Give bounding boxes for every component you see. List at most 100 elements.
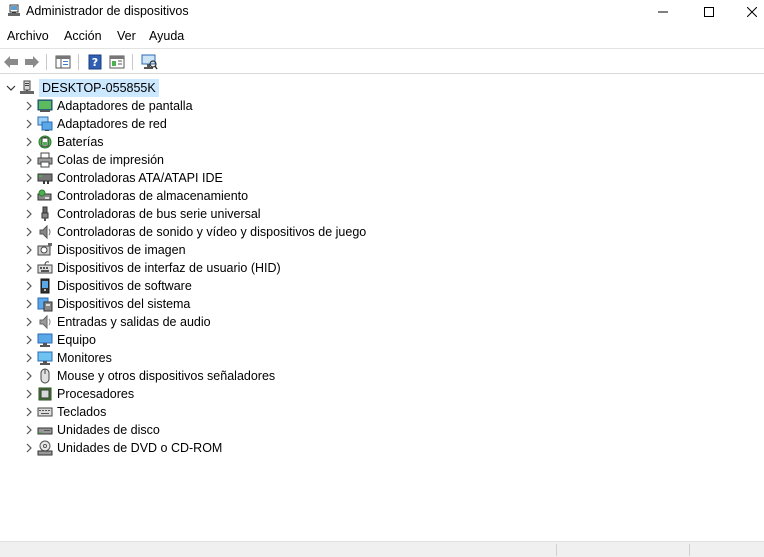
tree-root[interactable]: DESKTOP-055855K [4,79,159,97]
tree-item[interactable]: Adaptadores de red [22,115,167,133]
window-title: Administrador de dispositivos [26,4,189,18]
chevron-right-icon[interactable] [22,241,36,259]
tree-item-label: Baterías [57,135,104,149]
chevron-right-icon[interactable] [22,169,36,187]
status-separator [689,544,690,556]
chevron-right-icon[interactable] [22,349,36,367]
toolbar: ? [0,48,764,74]
tree-item[interactable]: Entradas y salidas de audio [22,313,211,331]
tree-item[interactable]: Controladoras de sonido y vídeo y dispos… [22,223,366,241]
display-adapter-icon [36,98,54,114]
tree-item-label: Entradas y salidas de audio [57,315,211,329]
toolbar-separator [132,54,133,70]
chevron-right-icon[interactable] [22,133,36,151]
tree-item-label: Unidades de DVD o CD-ROM [57,441,223,455]
tree-item-label: Adaptadores de pantalla [57,99,193,113]
tree-item[interactable]: Equipo [22,331,96,349]
tree-item-label: Controladoras de bus serie universal [57,207,261,221]
monitor-icon [36,350,54,366]
chevron-right-icon[interactable] [22,313,36,331]
maximize-button[interactable] [686,0,732,24]
hid-icon [36,260,54,276]
tree-item[interactable]: Mouse y otros dispositivos señaladores [22,367,275,385]
tree-item[interactable]: Controladoras ATA/ATAPI IDE [22,169,223,187]
tree-item-label: Colas de impresión [57,153,164,167]
usb-icon [36,206,54,222]
chevron-right-icon[interactable] [22,295,36,313]
tree-item-label: Teclados [57,405,107,419]
tree-item[interactable]: Dispositivos del sistema [22,295,190,313]
printer-icon [36,152,54,168]
tree-item[interactable]: Procesadores [22,385,134,403]
forward-button[interactable] [23,53,41,71]
tree-item[interactable]: Dispositivos de imagen [22,241,186,259]
chevron-right-icon[interactable] [22,187,36,205]
tree-item-label: Equipo [57,333,96,347]
tree-item[interactable]: Dispositivos de interfaz de usuario (HID… [22,259,281,277]
camera-icon [36,242,54,258]
tree-item[interactable]: Unidades de DVD o CD-ROM [22,439,222,457]
tree-item-label: Dispositivos de imagen [57,243,186,257]
status-bar [0,541,764,557]
tree-item-label: Controladoras de almacenamiento [57,189,249,203]
menu-archivo[interactable]: Archivo [7,29,49,43]
tree-item-label: Dispositivos de interfaz de usuario (HID… [57,261,281,275]
tree-item-label: Controladoras de sonido y vídeo y dispos… [57,225,367,239]
audio-io-icon [36,314,54,330]
menu-bar: Archivo Acción Ver Ayuda [0,26,764,46]
mouse-icon [36,368,54,384]
tree-item[interactable]: Controladoras de bus serie universal [22,205,261,223]
properties-icon[interactable] [108,53,126,71]
chevron-right-icon[interactable] [22,205,36,223]
back-button[interactable] [2,53,20,71]
tree-item-label: Monitores [57,351,112,365]
menu-ver[interactable]: Ver [117,29,136,43]
computer-icon [36,332,54,348]
device-manager-app-icon [7,4,21,18]
chevron-right-icon[interactable] [22,277,36,295]
menu-accion[interactable]: Acción [64,29,102,43]
tree-item[interactable]: Dispositivos de software [22,277,192,295]
ide-controller-icon [36,170,54,186]
close-button[interactable] [729,0,764,24]
software-device-icon [36,278,54,294]
minimize-button[interactable] [640,0,686,24]
scan-hardware-icon[interactable] [140,53,158,71]
chevron-right-icon[interactable] [22,403,36,421]
tree-item-label: Dispositivos de software [57,279,192,293]
tree-item[interactable]: Unidades de disco [22,421,160,439]
computer-name-label: DESKTOP-055855K [39,79,159,97]
tree-item[interactable]: Controladoras de almacenamiento [22,187,248,205]
chevron-right-icon[interactable] [22,439,36,457]
toolbar-separator [78,54,79,70]
chevron-right-icon[interactable] [22,259,36,277]
chevron-right-icon[interactable] [22,97,36,115]
chevron-right-icon[interactable] [22,223,36,241]
tree-item[interactable]: Colas de impresión [22,151,164,169]
show-hide-console-tree-icon[interactable] [54,53,72,71]
chevron-right-icon[interactable] [22,421,36,439]
toolbar-separator [46,54,47,70]
tree-item-label: Mouse y otros dispositivos señaladores [57,369,276,383]
tree-item-label: Unidades de disco [57,423,160,437]
chevron-down-icon[interactable] [4,79,18,97]
tree-item[interactable]: Teclados [22,403,106,421]
chevron-right-icon[interactable] [22,115,36,133]
battery-icon [36,134,54,150]
tree-item-label: Procesadores [57,387,135,401]
tree-item[interactable]: Baterías [22,133,104,151]
tree-item[interactable]: Adaptadores de pantalla [22,97,193,115]
status-separator [556,544,557,556]
help-icon[interactable]: ? [86,53,104,71]
tree-item[interactable]: Monitores [22,349,112,367]
menu-ayuda[interactable]: Ayuda [149,29,184,43]
chevron-right-icon[interactable] [22,151,36,169]
chevron-right-icon[interactable] [22,367,36,385]
network-adapter-icon [36,116,54,132]
chevron-right-icon[interactable] [22,385,36,403]
processor-icon [36,386,54,402]
disk-drive-icon [36,422,54,438]
chevron-right-icon[interactable] [22,331,36,349]
device-tree: DESKTOP-055855K Adaptadores de pantalla A… [0,79,764,539]
keyboard-icon [36,404,54,420]
